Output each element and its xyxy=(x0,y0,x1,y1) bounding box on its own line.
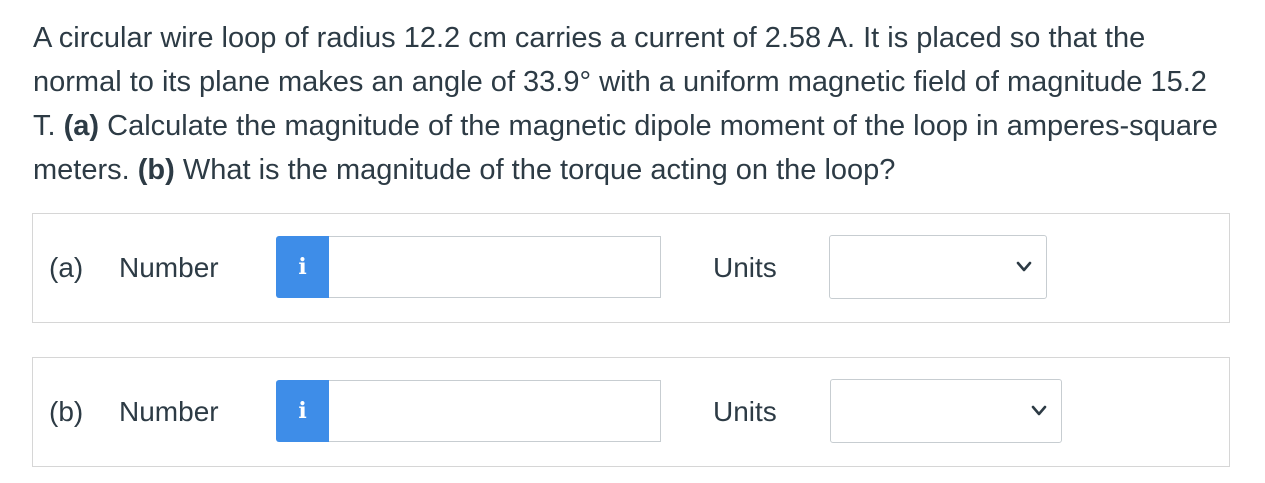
info-icon[interactable]: i xyxy=(276,236,329,298)
units-select-b[interactable] xyxy=(830,379,1062,443)
answer-row-b: (b) Number i Units xyxy=(32,357,1230,467)
units-label-b: Units xyxy=(713,396,777,427)
info-icon-glyph: i xyxy=(298,398,307,424)
info-icon-glyph: i xyxy=(298,254,307,280)
number-label-b: Number xyxy=(119,396,219,427)
number-input-b[interactable] xyxy=(329,380,661,442)
number-label-a: Number xyxy=(119,252,219,283)
part-b-tag: (b) xyxy=(137,154,175,186)
part-b-label: (b) xyxy=(49,396,84,427)
chevron-down-icon xyxy=(1016,261,1032,272)
question-text: A circular wire loop of radius 12.2 cm c… xyxy=(33,16,1233,192)
units-select-a[interactable] xyxy=(829,235,1047,299)
part-a-tag: (a) xyxy=(63,110,100,142)
question-text-part-3: What is the magnitude of the torque acti… xyxy=(174,154,896,186)
chevron-down-icon xyxy=(1031,405,1047,416)
part-a-label: (a) xyxy=(49,252,84,283)
answer-row-a: (a) Number i Units xyxy=(32,213,1230,323)
number-input-a[interactable] xyxy=(329,236,661,298)
units-label-a: Units xyxy=(713,252,777,283)
info-icon[interactable]: i xyxy=(276,380,329,442)
